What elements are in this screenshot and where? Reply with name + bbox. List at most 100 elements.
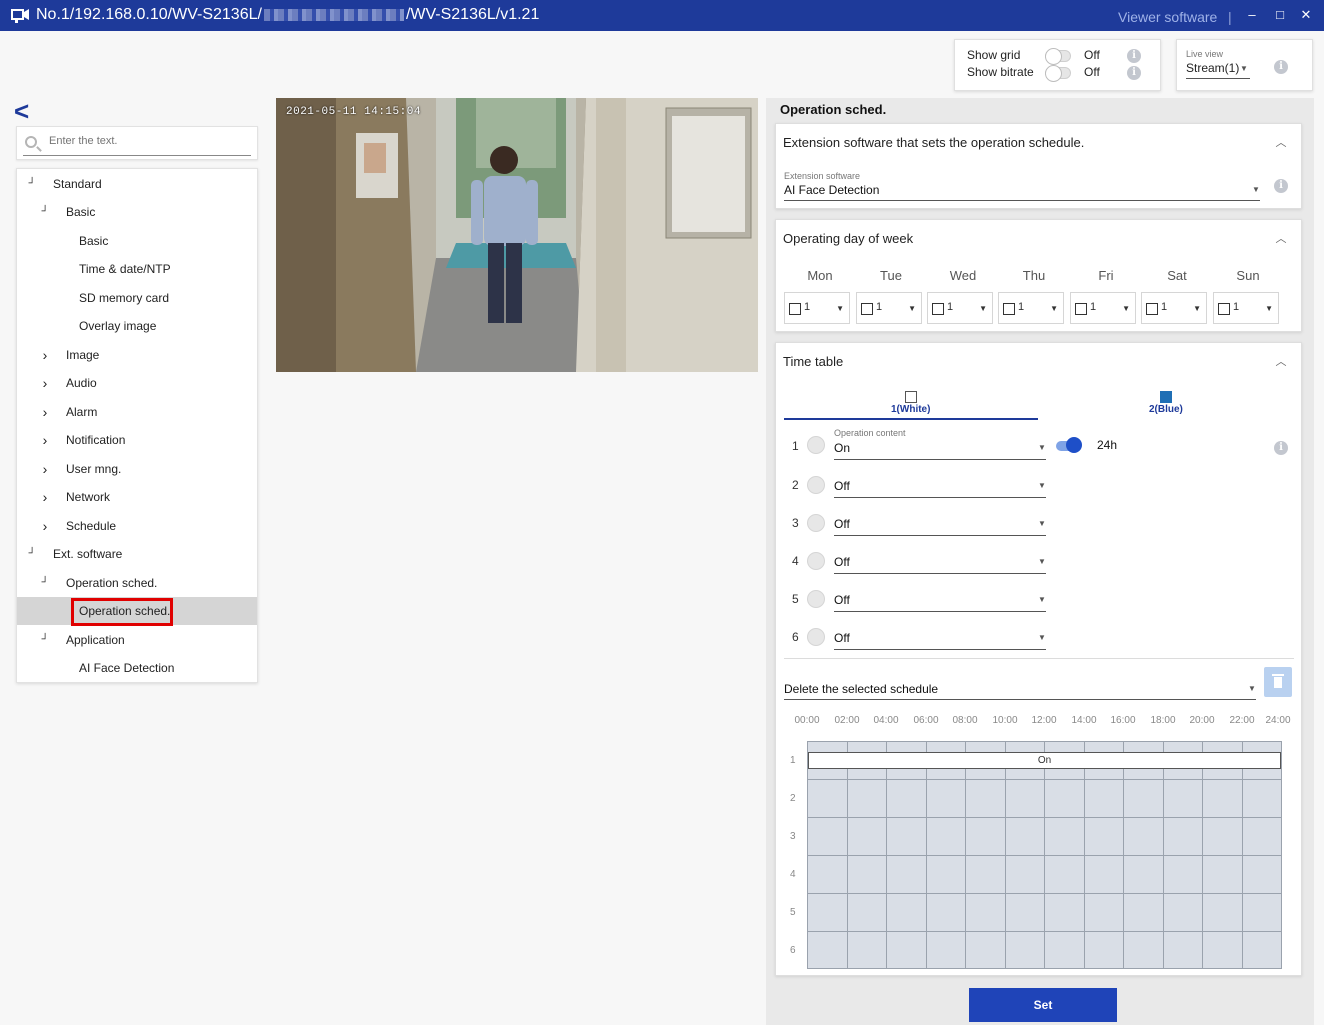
day-checkbox[interactable] <box>861 303 873 315</box>
hour-label: 08:00 <box>952 715 978 726</box>
hour-label: 16:00 <box>1110 715 1136 726</box>
tree-item-basic[interactable]: Basic <box>17 227 257 255</box>
row-underline <box>834 611 1046 612</box>
show-bitrate-info-icon[interactable]: i <box>1127 66 1141 80</box>
live-view-info-icon[interactable]: i <box>1274 60 1288 74</box>
collapse-icon: ┘ <box>28 548 36 559</box>
show-grid-info-icon[interactable]: i <box>1127 49 1141 63</box>
day-checkbox[interactable] <box>1075 303 1087 315</box>
camera-live-image: 2021-05-11 14:15:04 <box>276 98 758 372</box>
hour-label: 20:00 <box>1189 715 1215 726</box>
collapse-chevron-icon[interactable]: ︿ <box>1275 137 1287 149</box>
tree-item-network[interactable]: › Network <box>17 483 257 511</box>
tree-item-label: Basic <box>66 205 96 219</box>
day-select-mon[interactable]: 1 ▼ <box>784 292 850 324</box>
tree-item-application[interactable]: ┘ Application <box>17 626 257 654</box>
schedule-timeline-grid[interactable] <box>807 741 1282 969</box>
day-select-fri[interactable]: 1 ▼ <box>1070 292 1136 324</box>
row-number: 3 <box>792 516 799 530</box>
minimize-button[interactable]: – <box>1244 7 1260 23</box>
grid-line <box>808 855 1281 856</box>
row-number: 6 <box>792 630 799 644</box>
tree-item-ai-face-detection[interactable]: AI Face Detection <box>17 654 257 682</box>
tree-item-standard[interactable]: ┘ Standard <box>17 170 257 198</box>
set-button[interactable]: Set <box>969 988 1117 1022</box>
tree-item-audio[interactable]: › Audio <box>17 369 257 397</box>
show-grid-label: Show grid <box>967 48 1021 62</box>
operation-content-select[interactable]: Off <box>834 631 850 645</box>
operation-content-select[interactable]: On <box>834 441 850 455</box>
grid-line <box>808 817 1281 818</box>
tree-item-operation-sched[interactable]: Operation sched. <box>17 597 257 626</box>
time-table-info-icon[interactable]: i <box>1274 441 1288 455</box>
operation-content-select[interactable]: Off <box>834 517 850 531</box>
day-select-tue[interactable]: 1 ▼ <box>856 292 922 324</box>
back-arrow-icon[interactable]: < <box>14 98 40 124</box>
day-select-sat[interactable]: 1 ▼ <box>1141 292 1207 324</box>
delete-schedule-select[interactable]: Delete the selected schedule <box>784 682 938 696</box>
redacted-text <box>263 8 404 21</box>
maximize-button[interactable]: □ <box>1272 7 1288 23</box>
row-select-radio[interactable] <box>807 590 825 608</box>
live-view-panel: Live view Stream(1) ▼ i <box>1176 39 1313 91</box>
all-day-toggle[interactable] <box>1056 437 1082 453</box>
row-underline <box>834 497 1046 498</box>
tree-item-user-mng[interactable]: › User mng. <box>17 455 257 483</box>
window-title: No.1/192.168.0.10/WV-S2136L//WV-S2136L/v… <box>36 6 540 23</box>
close-button[interactable]: ✕ <box>1298 7 1314 23</box>
search-input[interactable] <box>49 135 249 147</box>
day-select-wed[interactable]: 1 ▼ <box>927 292 993 324</box>
row-underline <box>834 573 1046 574</box>
day-checkbox[interactable] <box>1003 303 1015 315</box>
hour-label: 12:00 <box>1031 715 1057 726</box>
tree-item-alarm[interactable]: › Alarm <box>17 398 257 426</box>
search-underline <box>23 155 251 156</box>
tree-item-basic-group[interactable]: ┘ Basic <box>17 198 257 226</box>
row-select-radio[interactable] <box>807 552 825 570</box>
extension-software-select[interactable]: AI Face Detection <box>784 183 879 197</box>
day-value: 1 <box>1233 301 1240 313</box>
hour-label: 02:00 <box>834 715 860 726</box>
extension-info-icon[interactable]: i <box>1274 179 1288 193</box>
tree-item-image[interactable]: › Image <box>17 341 257 369</box>
show-grid-toggle[interactable] <box>1045 48 1071 65</box>
day-select-thu[interactable]: 1 ▼ <box>998 292 1064 324</box>
grid-row-label: 3 <box>790 831 796 842</box>
hour-label: 14:00 <box>1071 715 1097 726</box>
schedule-block-on[interactable]: On <box>808 752 1281 769</box>
show-bitrate-toggle[interactable] <box>1045 65 1071 82</box>
tree-item-ext-software[interactable]: ┘ Ext. software <box>17 540 257 568</box>
row-select-radio[interactable] <box>807 436 825 454</box>
live-view-select[interactable]: Stream(1) <box>1186 61 1239 75</box>
row-number: 1 <box>792 439 799 453</box>
day-checkbox[interactable] <box>932 303 944 315</box>
tree-item-notification[interactable]: › Notification <box>17 426 257 454</box>
day-checkbox[interactable] <box>789 303 801 315</box>
day-checkbox[interactable] <box>1146 303 1158 315</box>
tree-item-label: Ext. software <box>53 547 123 561</box>
hour-label: 10:00 <box>992 715 1018 726</box>
collapse-chevron-icon[interactable]: ︿ <box>1275 356 1287 368</box>
tree-item-schedule[interactable]: › Schedule <box>17 512 257 540</box>
row-select-radio[interactable] <box>807 476 825 494</box>
day-checkbox[interactable] <box>1218 303 1230 315</box>
collapse-chevron-icon[interactable]: ︿ <box>1275 233 1287 245</box>
operation-content-select[interactable]: Off <box>834 555 850 569</box>
operation-content-select[interactable]: Off <box>834 593 850 607</box>
operation-content-select[interactable]: Off <box>834 479 850 493</box>
grid-line <box>808 779 1281 780</box>
delete-schedule-underline <box>784 699 1256 700</box>
day-header-wed: Wed <box>949 268 977 283</box>
tree-item-label: Basic <box>79 234 109 248</box>
tree-item-time-date[interactable]: Time & date/NTP <box>17 255 257 283</box>
row-underline <box>834 459 1046 460</box>
tree-item-operation-sched-group[interactable]: ┘ Operation sched. <box>17 569 257 597</box>
row-select-radio[interactable] <box>807 628 825 646</box>
delete-button[interactable] <box>1264 667 1292 697</box>
row-select-radio[interactable] <box>807 514 825 532</box>
tree-item-overlay-image[interactable]: Overlay image <box>17 312 257 340</box>
day-select-sun[interactable]: 1 ▼ <box>1213 292 1279 324</box>
live-view-underline <box>1186 78 1250 79</box>
tree-item-sd-card[interactable]: SD memory card <box>17 284 257 312</box>
collapse-icon: ┘ <box>28 178 36 189</box>
